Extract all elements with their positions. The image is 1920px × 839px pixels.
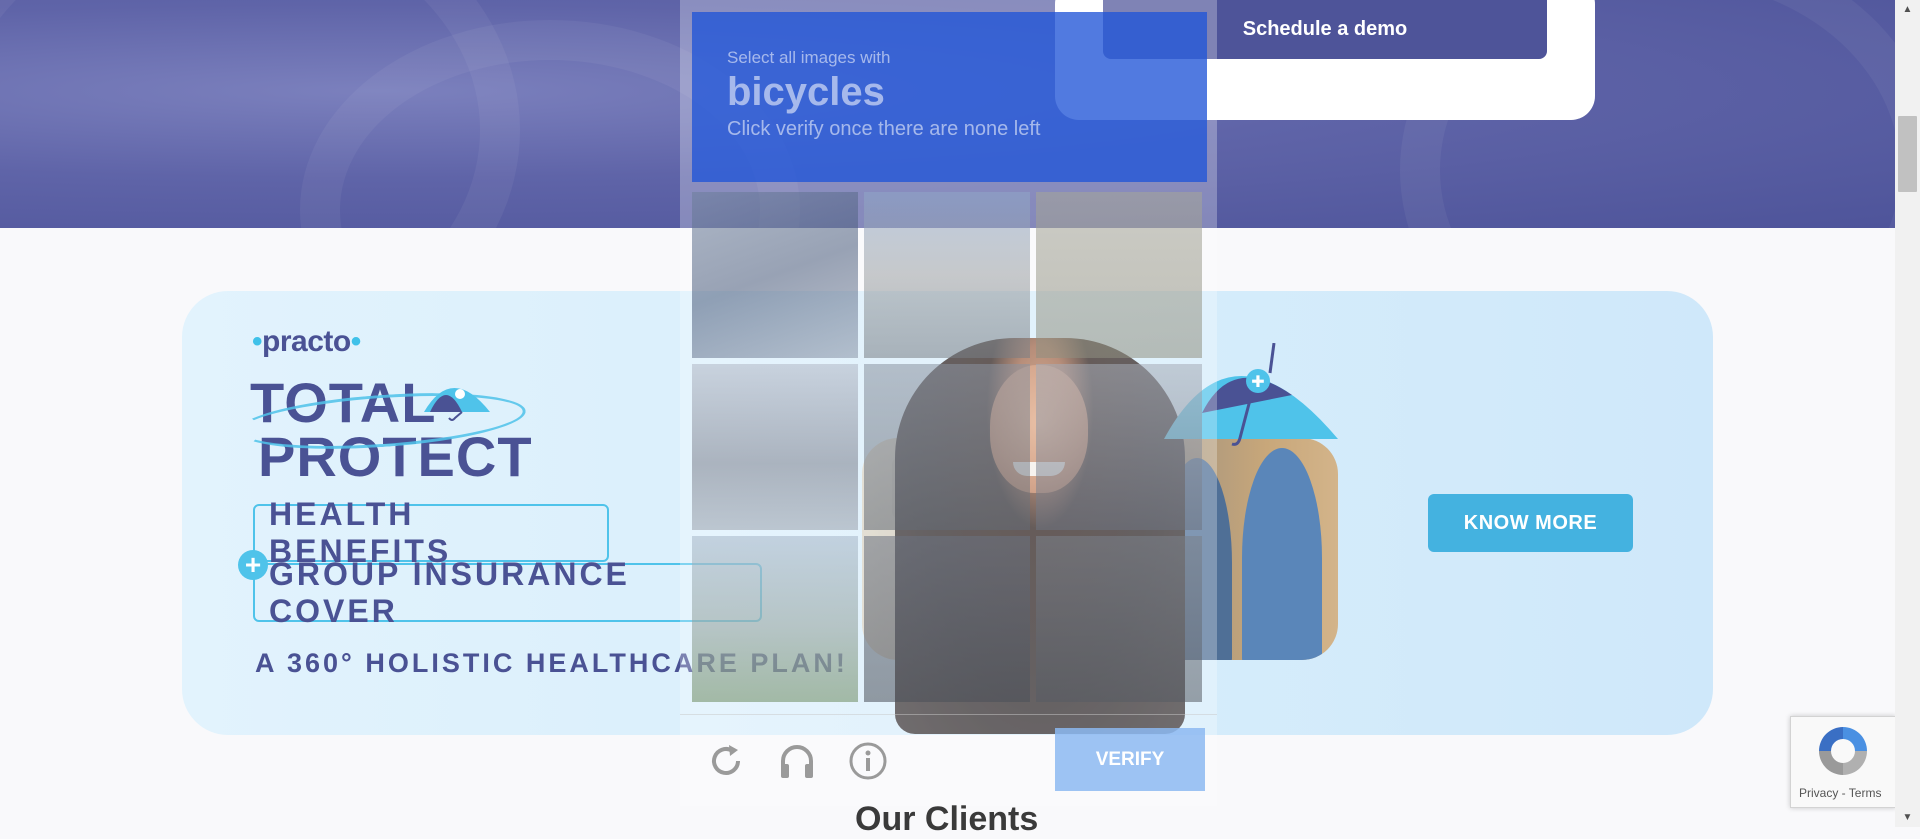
link-separator: - xyxy=(1838,786,1849,800)
captcha-tile-4[interactable] xyxy=(692,364,858,530)
captcha-tile-6[interactable] xyxy=(1036,364,1202,530)
recaptcha-links: Privacy - Terms xyxy=(1799,786,1881,800)
captcha-tile-7[interactable] xyxy=(692,536,858,702)
know-more-button[interactable]: KNOW MORE xyxy=(1428,494,1633,552)
captcha-hint: Click verify once there are none left xyxy=(727,118,1041,140)
scrollbar-thumb[interactable] xyxy=(1898,116,1917,192)
recaptcha-logo-icon xyxy=(1819,727,1867,775)
info-icon[interactable] xyxy=(848,741,888,781)
captcha-tile-8[interactable] xyxy=(864,536,1030,702)
audio-icon[interactable] xyxy=(777,741,817,781)
verify-button[interactable]: VERIFY xyxy=(1055,728,1205,791)
captcha-tile-3[interactable] xyxy=(1036,192,1202,358)
plus-icon: + xyxy=(238,550,268,580)
scroll-up-icon[interactable]: ▲ xyxy=(1898,2,1917,16)
small-umbrella-icon xyxy=(424,388,490,421)
captcha-tile-1[interactable] xyxy=(692,192,858,358)
captcha-keyword: bicycles xyxy=(727,70,885,114)
svg-text:✚: ✚ xyxy=(1251,372,1264,391)
captcha-instruction: Select all images with xyxy=(727,48,891,67)
brand-name: practo xyxy=(262,325,351,358)
terms-link[interactable]: Terms xyxy=(1849,786,1882,800)
captcha-tile-9[interactable] xyxy=(1036,536,1202,702)
practo-logo: •practo• xyxy=(252,325,361,358)
privacy-link[interactable]: Privacy xyxy=(1799,786,1838,800)
captcha-header: Select all images with bicycles Click ve… xyxy=(692,12,1207,182)
scroll-down-icon[interactable]: ▼ xyxy=(1898,810,1917,824)
health-benefits-pill: HEALTH BENEFITS xyxy=(253,496,609,569)
captcha-tile-2[interactable] xyxy=(864,192,1030,358)
reload-icon[interactable] xyxy=(706,741,746,781)
captcha-tile-5[interactable] xyxy=(864,364,1030,530)
umbrella-handle-icon xyxy=(1231,400,1252,446)
